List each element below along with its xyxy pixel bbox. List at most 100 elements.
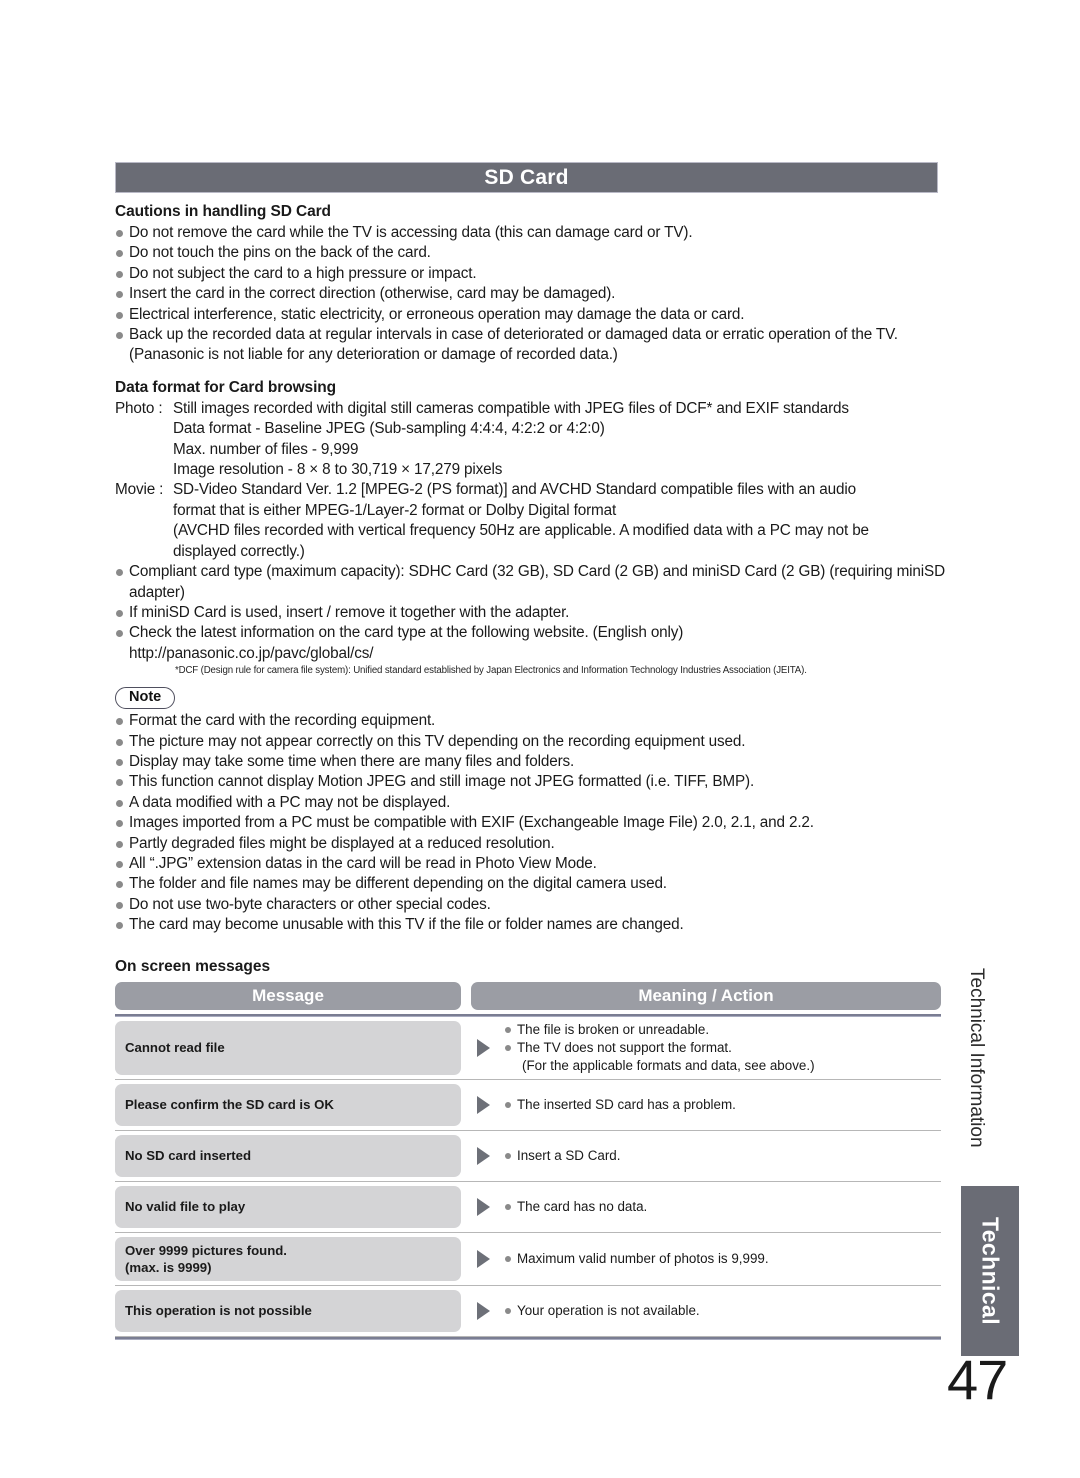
table-row: No valid file to play The card has no da… [115, 1182, 941, 1233]
triangle-right-icon [476, 1038, 490, 1057]
page-canvas: SD Card Cautions in handling SD Card Do … [0, 0, 1080, 1478]
movie-detail-line: displayed correctly.) [173, 542, 305, 560]
arrow-cell [461, 1186, 505, 1228]
message-text: Cannot read file [125, 1040, 225, 1056]
cautions-heading: Cautions in handling SD Card [115, 203, 331, 220]
cautions-bullet-list: Do not remove the card while the TV is a… [115, 223, 945, 366]
message-text: No SD card inserted [125, 1148, 252, 1164]
message-cell: This operation is not possible [115, 1289, 461, 1332]
movie-detail-line: format that is either MPEG-1/Layer-2 for… [173, 501, 617, 519]
table-row: No SD card inserted Insert a SD Card. [115, 1131, 941, 1182]
list-item: Do not use two-byte characters or other … [115, 895, 945, 915]
list-item: The card has no data. [505, 1198, 937, 1216]
arrow-cell [461, 1084, 505, 1126]
page-title: SD Card [484, 165, 569, 189]
list-item: Do not subject the card to a high pressu… [115, 264, 945, 284]
arrow-cell [461, 1237, 505, 1281]
list-item: Do not remove the card while the TV is a… [115, 223, 945, 243]
movie-main-line: SD-Video Standard Ver. 1.2 [MPEG-2 (PS f… [173, 481, 856, 499]
column-header-message: Message [115, 981, 461, 1010]
arrow-cell [461, 1021, 505, 1075]
on-screen-messages-heading: On screen messages [115, 957, 271, 975]
message-text: Please confirm the SD card is OK [125, 1097, 334, 1113]
photo-detail-line: Image resolution - 8 × 8 to 30,719 × 17,… [173, 461, 503, 479]
meaning-list: Maximum valid number of photos is 9,999. [505, 1250, 937, 1268]
on-screen-messages-table: Message Meaning / Action Cannot read fil… [115, 981, 941, 1340]
website-url[interactable]: http://panasonic.co.jp/pavc/global/cs/ [129, 644, 945, 664]
page-content: Cautions in handling SD Card Do not remo… [115, 203, 945, 1340]
meaning-list: Insert a SD Card. [505, 1147, 937, 1165]
meaning-extra-note: (For the applicable formats and data, se… [522, 1057, 815, 1073]
dcf-footnote: *DCF (Design rule for camera file system… [175, 665, 807, 677]
message-cell: No SD card inserted [115, 1134, 461, 1177]
page-number: 47 [947, 1348, 1008, 1411]
meaning-list: The card has no data. [505, 1198, 937, 1216]
photo-value: Still images recorded with digital still… [173, 399, 945, 481]
list-item: Check the latest information on the card… [115, 623, 945, 664]
message-text: This operation is not possible [125, 1303, 312, 1319]
meaning-cell: The card has no data. [505, 1186, 941, 1228]
list-item: Display may take some time when there ar… [115, 752, 945, 772]
meaning-cell: The file is broken or unreadable. The TV… [505, 1021, 941, 1075]
list-item: The picture may not appear correctly on … [115, 732, 945, 752]
data-format-definitions: Photo : Still images recorded with digit… [115, 399, 945, 562]
meaning-cell: Insert a SD Card. [505, 1135, 941, 1177]
list-item: Electrical interference, static electric… [115, 305, 945, 325]
list-item: The file is broken or unreadable. [505, 1021, 937, 1039]
photo-label: Photo : [115, 399, 163, 417]
meaning-list: The inserted SD card has a problem. [505, 1096, 937, 1114]
message-cell: Over 9999 pictures found. (max. is 9999) [115, 1236, 461, 1281]
chapter-tab-label: Technical [977, 1217, 1004, 1325]
list-item: Partly degraded files might be displayed… [115, 834, 945, 854]
meaning-cell: Maximum valid number of photos is 9,999. [505, 1237, 941, 1281]
section-title-banner: SD Card [115, 162, 938, 193]
message-text: No valid file to play [125, 1199, 246, 1215]
photo-detail-line: Data format - Baseline JPEG (Sub-samplin… [173, 420, 605, 438]
arrow-cell [461, 1135, 505, 1177]
list-item: The folder and file names may be differe… [115, 874, 945, 894]
table-row: Please confirm the SD card is OK The ins… [115, 1080, 941, 1131]
list-item: The inserted SD card has a problem. [505, 1096, 937, 1114]
movie-label: Movie : [115, 481, 164, 499]
triangle-right-icon [476, 1301, 490, 1320]
table-row: Over 9999 pictures found. (max. is 9999)… [115, 1233, 941, 1286]
list-item: This function cannot display Motion JPEG… [115, 772, 945, 792]
list-item: Compliant card type (maximum capacity): … [115, 562, 945, 603]
photo-detail-line: Max. number of files - 9,999 [173, 440, 359, 458]
list-item: Insert the card in the correct direction… [115, 284, 945, 304]
list-item: A data modified with a PC may not be dis… [115, 793, 945, 813]
table-header-row: Message Meaning / Action [115, 981, 941, 1010]
data-format-bullet-list: Compliant card type (maximum capacity): … [115, 562, 945, 664]
list-item: Images imported from a PC must be compat… [115, 813, 945, 833]
movie-definition-row: Movie : SD-Video Standard Ver. 1.2 [MPEG… [115, 480, 945, 562]
meaning-list: The file is broken or unreadable. The TV… [505, 1021, 937, 1075]
message-cell: No valid file to play [115, 1185, 461, 1228]
chapter-vertical-label: Technical Information [966, 968, 987, 1148]
movie-detail-line: (AVCHD files recorded with vertical freq… [173, 522, 869, 540]
triangle-right-icon [476, 1146, 490, 1165]
meaning-cell: Your operation is not available. [505, 1290, 941, 1332]
table-row: Cannot read file The file is broken or u… [115, 1017, 941, 1080]
triangle-right-icon [476, 1249, 490, 1268]
note-badge: Note [115, 687, 176, 710]
list-item: Back up the recorded data at regular int… [115, 325, 945, 366]
list-item: The TV does not support the format. (For… [505, 1039, 937, 1075]
list-item: Do not touch the pins on the back of the… [115, 243, 945, 263]
meaning-cell: The inserted SD card has a problem. [505, 1084, 941, 1126]
table-bottom-rule [115, 1336, 941, 1340]
list-item: If miniSD Card is used, insert / remove … [115, 603, 945, 623]
chapter-tab: Technical [961, 1186, 1019, 1356]
triangle-right-icon [476, 1197, 490, 1216]
list-item: Maximum valid number of photos is 9,999. [505, 1250, 937, 1268]
list-item-label: The TV does not support the format. [517, 1039, 732, 1055]
note-bullet-list: Format the card with the recording equip… [115, 711, 945, 935]
list-item: Your operation is not available. [505, 1302, 937, 1320]
table-row: This operation is not possible Your oper… [115, 1286, 941, 1337]
message-text-wrapper: Over 9999 pictures found. (max. is 9999) [125, 1242, 287, 1276]
message-text-line2: (max. is 9999) [125, 1259, 212, 1275]
column-header-meaning-action: Meaning / Action [471, 981, 941, 1010]
movie-value: SD-Video Standard Ver. 1.2 [MPEG-2 (PS f… [173, 480, 945, 562]
data-format-heading: Data format for Card browsing [115, 378, 337, 396]
arrow-cell [461, 1290, 505, 1332]
meaning-list: Your operation is not available. [505, 1302, 937, 1320]
